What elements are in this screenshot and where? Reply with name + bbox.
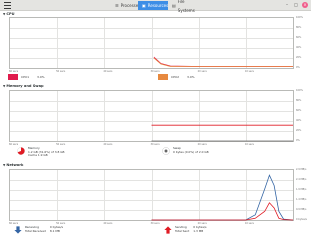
- receiving-legend: Receiving 0 bytes/s Total Received 8.1 M…: [14, 225, 63, 234]
- network-graph: [9, 169, 294, 221]
- memory-legend: Memory 1.2 GB (31.6%) of 3.8 GB Cache 1.…: [17, 146, 64, 158]
- memory-graph: [9, 90, 294, 142]
- cpu1-label: CPU1: [21, 75, 30, 79]
- tab-resources-label: Resources: [147, 3, 169, 8]
- y-tick-label: 60%: [296, 36, 302, 39]
- window-controls: – □ ×: [284, 2, 308, 8]
- x-tick-label: 50 secs: [56, 70, 66, 73]
- graph-plot: [151, 124, 293, 142]
- total-received-label: Total Received: [25, 229, 46, 233]
- y-tick-label: 40%: [296, 119, 302, 122]
- view-switcher: ☰ Processes ▣ Resources ▤ File Systems: [111, 0, 200, 13]
- x-tick-label: 60 secs: [9, 143, 19, 146]
- y-tick-label: 60%: [296, 109, 302, 112]
- cpu-x-axis: 60 secs 50 secs 40 secs 30 secs 20 secs 10 se…: [9, 70, 294, 74]
- x-tick-label: 30 secs: [150, 222, 160, 225]
- x-tick-label: 50 secs: [56, 143, 66, 146]
- tab-processes[interactable]: ☰ Processes: [111, 1, 140, 10]
- x-tick-label: 60 secs: [9, 222, 19, 225]
- tab-file-systems[interactable]: ▤ File Systems: [168, 0, 200, 13]
- graph-plot: [151, 174, 294, 221]
- swap-detail: 0 bytes (0.0%) of 2.0 GB: [173, 149, 209, 154]
- tab-resources[interactable]: ▣ Resources: [138, 1, 168, 10]
- y-tick-label: 80%: [296, 26, 302, 29]
- cpu1-line: [153, 56, 293, 67]
- header-bar: ☰ Processes ▣ Resources ▤ File Systems –…: [0, 0, 311, 13]
- network-title: Network: [6, 163, 24, 167]
- y-tick-label: 20%: [296, 129, 302, 132]
- menu-icon[interactable]: [4, 2, 11, 9]
- sending-line: [151, 202, 294, 221]
- chevron-down-icon: ▼: [3, 12, 6, 16]
- cpu1-value: 3.0%: [37, 75, 45, 79]
- x-tick-label: 10 secs: [244, 70, 254, 73]
- receiving-line: [151, 174, 294, 221]
- cpu1-color-swatch[interactable]: [8, 74, 18, 80]
- y-tick-label: 0.9 MB/s: [296, 208, 307, 211]
- y-tick-label: 0 bytes/s: [296, 218, 307, 221]
- x-tick-label: 10 secs: [244, 222, 254, 225]
- x-tick-label: 10 secs: [244, 143, 254, 146]
- cpu2-line: [153, 57, 293, 67]
- x-tick-label: 30 secs: [150, 70, 160, 73]
- total-sent-value: 1.3 MB: [193, 229, 204, 233]
- network-section-header[interactable]: ▼ Network: [3, 163, 23, 167]
- upload-arrow-icon[interactable]: [164, 226, 172, 234]
- cpu-title: CPU: [6, 12, 15, 16]
- memory-pie-icon[interactable]: [17, 147, 25, 155]
- y-tick-label: 100%: [296, 16, 303, 19]
- list-icon: ☰: [115, 2, 119, 8]
- y-tick-label: 20%: [296, 56, 302, 59]
- resources-icon: ▣: [142, 2, 146, 8]
- tab-file-systems-label: File Systems: [177, 0, 195, 13]
- swap-pie-icon[interactable]: [162, 147, 170, 155]
- memory-title: Memory and Swap: [6, 84, 44, 88]
- cpu1-legend: CPU1 3.0%: [8, 74, 45, 80]
- y-tick-label: 100%: [296, 89, 303, 92]
- chevron-down-icon: ▼: [3, 163, 6, 167]
- x-tick-label: 40 secs: [103, 222, 113, 225]
- cpu2-label: CPU2: [171, 75, 180, 79]
- x-tick-label: 40 secs: [103, 143, 113, 146]
- memory-section-header[interactable]: ▼ Memory and Swap: [3, 84, 44, 88]
- y-tick-label: 2.9 MB/s: [296, 168, 307, 171]
- y-tick-label: 1.9 MB/s: [296, 188, 307, 191]
- cpu2-value: 3.0%: [187, 75, 195, 79]
- drive-icon: ▤: [172, 2, 176, 8]
- sending-legend: Sending 0 bytes/s Total Sent 1.3 MB: [164, 225, 206, 234]
- y-tick-label: 2.4 MB/s: [296, 178, 307, 181]
- graph-plot: [153, 56, 293, 67]
- x-tick-label: 30 secs: [150, 143, 160, 146]
- cache-detail: Cache 1.9 GB: [28, 153, 48, 158]
- close-button[interactable]: ×: [302, 2, 308, 8]
- x-tick-label: 60 secs: [9, 70, 19, 73]
- chevron-down-icon: ▼: [3, 84, 6, 88]
- cpu-section-header[interactable]: ▼ CPU: [3, 12, 15, 16]
- minimize-button[interactable]: –: [284, 2, 290, 8]
- y-tick-label: 1.4 MB/s: [296, 198, 307, 201]
- total-sent-label: Total Sent: [175, 229, 190, 233]
- y-tick-label: 0%: [296, 66, 300, 69]
- cpu2-legend: CPU2 3.0%: [158, 74, 195, 80]
- y-tick-label: 80%: [296, 99, 302, 102]
- download-arrow-icon[interactable]: [14, 226, 22, 234]
- y-tick-label: 40%: [296, 46, 302, 49]
- total-received-value: 8.1 MB: [49, 229, 60, 233]
- maximize-button[interactable]: □: [293, 2, 299, 8]
- x-tick-label: 20 secs: [197, 143, 207, 146]
- cpu-graph: [9, 17, 294, 69]
- cpu2-color-swatch[interactable]: [158, 74, 168, 80]
- x-tick-label: 40 secs: [103, 70, 113, 73]
- swap-legend: Swap 0 bytes (0.0%) of 2.0 GB: [162, 146, 209, 155]
- y-tick-label: 0%: [296, 139, 300, 142]
- x-tick-label: 20 secs: [197, 70, 207, 73]
